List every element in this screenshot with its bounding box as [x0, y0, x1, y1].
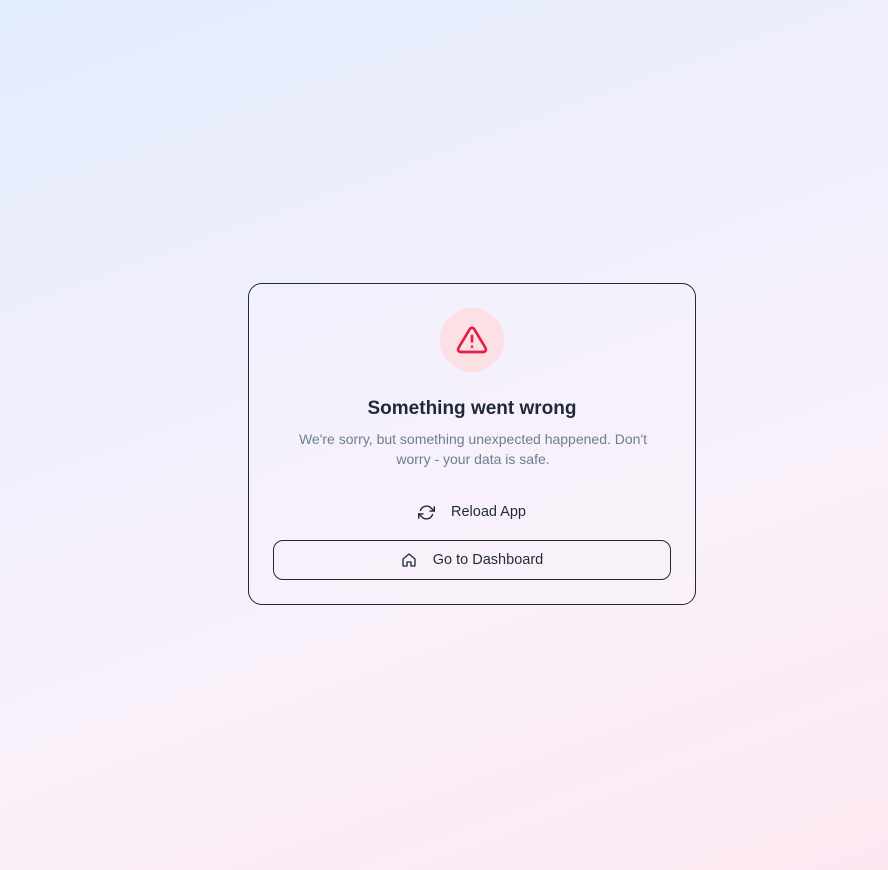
error-card: Something went wrong We're sorry, but so… [248, 283, 696, 605]
error-icon-badge [440, 308, 504, 372]
alert-triangle-icon [456, 326, 488, 354]
reload-app-label: Reload App [451, 504, 526, 520]
go-to-dashboard-button[interactable]: Go to Dashboard [273, 540, 671, 580]
error-message: We're sorry, but something unexpected ha… [298, 431, 648, 467]
go-to-dashboard-label: Go to Dashboard [432, 552, 544, 568]
reload-app-button[interactable]: Reload App [273, 492, 671, 532]
home-icon [402, 553, 416, 567]
refresh-icon [418, 504, 435, 520]
error-title: Something went wrong [367, 398, 577, 419]
